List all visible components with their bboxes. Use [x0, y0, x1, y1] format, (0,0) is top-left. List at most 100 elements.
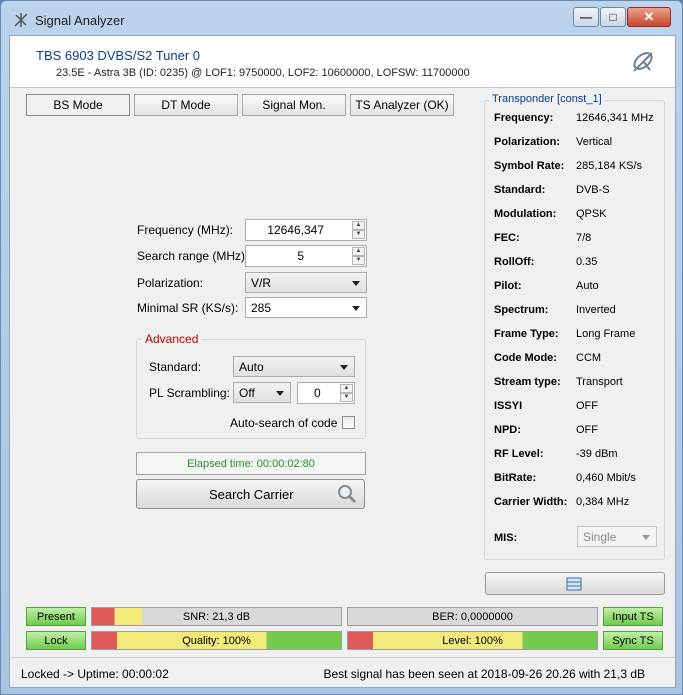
spin-up-icon[interactable]: ▲ — [340, 384, 353, 393]
transponder-field-value: OFF — [576, 424, 598, 436]
pl-scrambling-label: PL Scrambling: — [149, 386, 230, 400]
transponder-field-value: Inverted — [576, 304, 616, 316]
search-range-spin[interactable]: ▲ ▼ — [352, 247, 365, 265]
title-bar[interactable]: Signal Analyzer — □ ✕ — [1, 1, 682, 35]
client-area: TBS 6903 DVBS/S2 Tuner 0 23.5E - Astra 3… — [9, 35, 676, 688]
transponder-field-value: 12646,341 MHz — [576, 112, 654, 124]
transponder-field-label: Pilot: — [494, 280, 522, 292]
spin-down-icon[interactable]: ▼ — [352, 256, 365, 265]
level-meter: Level: 100% — [347, 631, 598, 650]
quality-value: Quality: 100% — [182, 634, 251, 647]
display-toggle-button[interactable] — [485, 572, 665, 595]
elapsed-time: Elapsed time: 00:00:02:80 — [136, 452, 366, 475]
polarization-value: V/R — [251, 275, 272, 290]
mis-select[interactable]: Single — [577, 526, 657, 547]
window-title: Signal Analyzer — [35, 13, 125, 28]
transponder-field-label: Frame Type: — [494, 328, 559, 340]
transponder-field-label: NPD: — [494, 424, 521, 436]
advanced-group: Advanced Standard: Auto PL Scrambling: O… — [136, 332, 366, 439]
satellite-app-icon — [14, 13, 28, 27]
mis-value: Single — [583, 529, 617, 544]
transponder-field-label: Stream type: — [494, 376, 561, 388]
close-icon: ✕ — [643, 9, 655, 24]
search-range-value: 5 — [297, 249, 304, 263]
frequency-stepper[interactable]: 12646,347 ▲ ▼ — [245, 219, 367, 241]
mis-label: MIS: — [494, 532, 518, 544]
spin-up-icon[interactable]: ▲ — [352, 221, 365, 230]
transponder-title: Transponder [const_1] — [489, 93, 605, 105]
transponder-field-value: 7/8 — [576, 232, 592, 244]
spin-down-icon[interactable]: ▼ — [352, 230, 365, 239]
tab-bs-mode[interactable]: BS Mode — [26, 94, 130, 116]
tab-signal-mon[interactable]: Signal Mon. — [242, 94, 346, 116]
transponder-field-value: 0.35 — [576, 256, 598, 268]
frequency-label: Frequency (MHz): — [137, 223, 234, 237]
ber-value: BER: 0,0000000 — [432, 610, 513, 623]
transponder-field-label: ISSYI — [494, 400, 523, 412]
chevron-down-icon — [276, 391, 284, 396]
chevron-down-icon — [352, 281, 360, 286]
standard-label: Standard: — [149, 360, 202, 374]
search-carrier-button[interactable]: Search Carrier — [136, 479, 365, 509]
transponder-field-value: 285,184 KS/s — [576, 160, 643, 172]
pl-scrambling-select[interactable]: Off — [233, 382, 291, 403]
transponder-field-value: OFF — [576, 400, 598, 412]
advanced-title: Advanced — [142, 332, 202, 346]
maximize-button[interactable]: □ — [600, 7, 626, 27]
pl-code-stepper[interactable]: 0 ▲ ▼ — [297, 382, 355, 404]
transponder-field-value: QPSK — [576, 208, 607, 220]
transponder-field-label: Standard: — [494, 184, 546, 196]
level-value: Level: 100% — [442, 634, 503, 647]
transponder-field-label: Carrier Width: — [494, 496, 568, 508]
standard-select[interactable]: Auto — [233, 356, 355, 377]
transponder-field-label: FEC: — [494, 232, 520, 244]
tuner-header: TBS 6903 DVBS/S2 Tuner 0 23.5E - Astra 3… — [10, 36, 675, 88]
signal-analyzer-window: Signal Analyzer — □ ✕ TBS 6903 DVBS/S2 T… — [0, 0, 683, 695]
transponder-field-label: BitRate: — [494, 472, 537, 484]
transponder-field-label: Polarization: — [494, 136, 561, 148]
transponder-field-value: 0,384 MHz — [576, 496, 630, 508]
transponder-field-label: Frequency: — [494, 112, 554, 124]
minimize-button[interactable]: — — [573, 7, 599, 27]
close-button[interactable]: ✕ — [627, 7, 671, 27]
search-icon — [338, 485, 357, 504]
transponder-field-value: DVB-S — [576, 184, 610, 196]
tab-dt-mode[interactable]: DT Mode — [134, 94, 238, 116]
chevron-down-icon — [352, 306, 360, 311]
frequency-value: 12646,347 — [267, 223, 324, 237]
sync-ts-indicator: Sync TS — [603, 631, 663, 650]
spin-down-icon[interactable]: ▼ — [340, 393, 353, 402]
snr-meter: SNR: 21,3 dB — [91, 607, 342, 626]
min-sr-select[interactable]: 285 — [245, 297, 367, 318]
chevron-down-icon — [642, 535, 650, 540]
maximize-icon: □ — [609, 10, 617, 24]
tab-ts-analyzer[interactable]: TS Analyzer (OK) — [350, 94, 454, 116]
window-icon — [566, 577, 582, 591]
status-uptime: Locked -> Uptime: 00:00:02 — [21, 667, 169, 681]
standard-value: Auto — [239, 359, 264, 374]
snr-value: SNR: 21,3 dB — [182, 610, 251, 623]
transponder-field-value: Auto — [576, 280, 599, 292]
ber-meter: BER: 0,0000000 — [347, 607, 598, 626]
quality-meter: Quality: 100% — [91, 631, 342, 650]
minimize-icon: — — [580, 10, 592, 24]
transponder-field-label: RF Level: — [494, 448, 544, 460]
search-range-label: Search range (MHz): — [137, 249, 249, 263]
polarization-label: Polarization: — [137, 276, 204, 290]
min-sr-value: 285 — [251, 300, 272, 315]
frequency-spin[interactable]: ▲ ▼ — [352, 221, 365, 239]
polarization-select[interactable]: V/R — [245, 272, 367, 293]
tuner-info: 23.5E - Astra 3B (ID: 0235) @ LOF1: 9750… — [56, 67, 470, 79]
transponder-field-label: RollOff: — [494, 256, 535, 268]
transponder-field-value: -39 dBm — [576, 448, 618, 460]
search-carrier-label: Search Carrier — [209, 487, 294, 502]
transponder-field-label: Spectrum: — [494, 304, 549, 316]
spin-up-icon[interactable]: ▲ — [352, 247, 365, 256]
lock-indicator: Lock — [26, 631, 86, 650]
pl-scrambling-value: Off — [239, 385, 255, 400]
search-range-stepper[interactable]: 5 ▲ ▼ — [245, 245, 367, 267]
auto-search-checkbox[interactable] — [342, 416, 355, 429]
chevron-down-icon — [340, 365, 348, 370]
status-bar: Locked -> Uptime: 00:00:02 Best signal h… — [10, 657, 675, 687]
pl-code-spin[interactable]: ▲ ▼ — [340, 384, 353, 402]
